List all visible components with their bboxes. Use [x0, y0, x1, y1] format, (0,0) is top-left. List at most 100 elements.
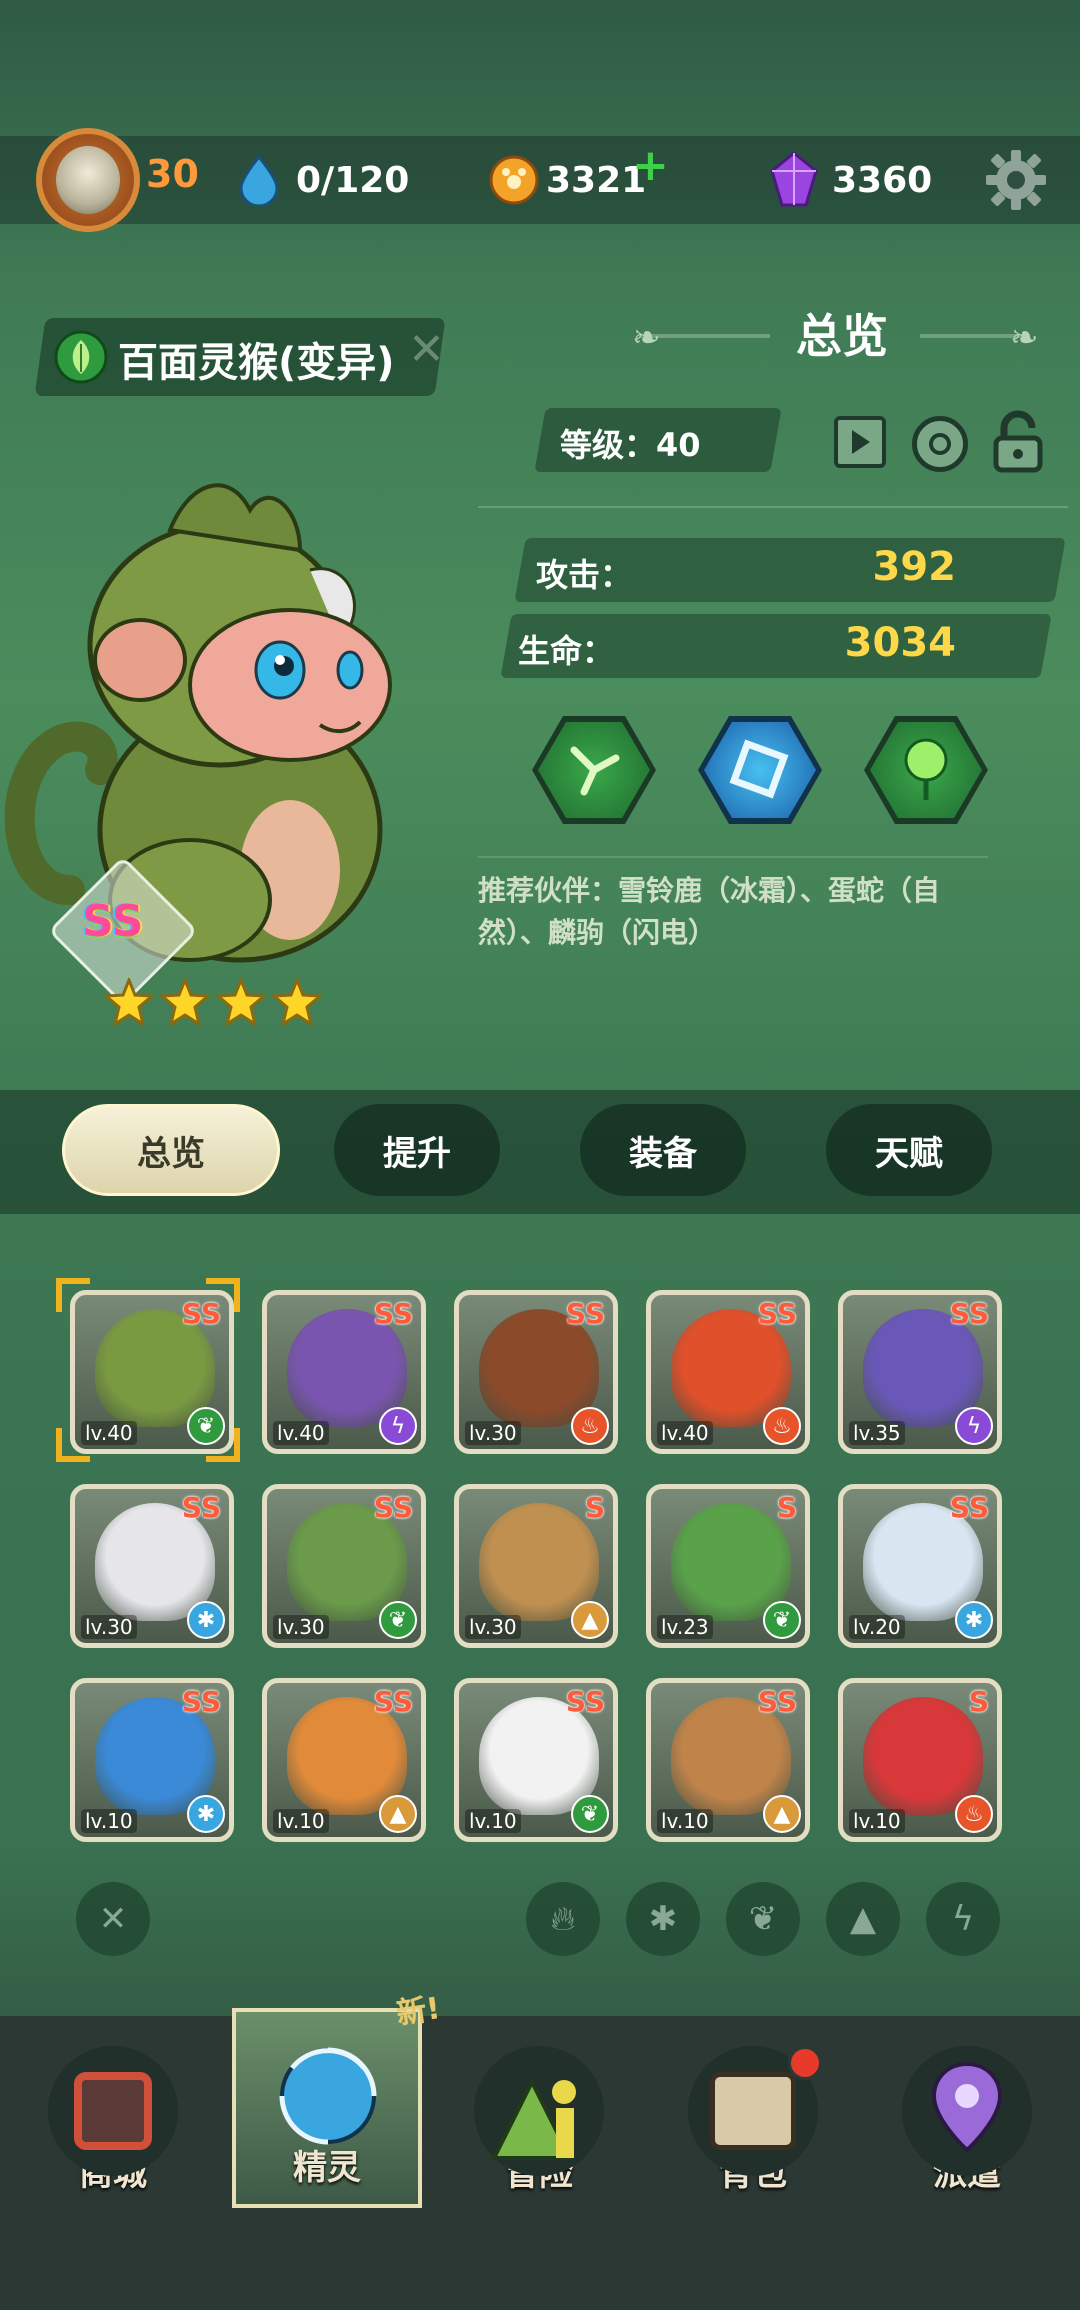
spirit-card[interactable]: SS lv.10 ▲ — [262, 1678, 426, 1842]
skill-1-frame[interactable] — [532, 716, 656, 824]
player-avatar[interactable] — [36, 128, 140, 232]
rank-label: SS — [181, 1685, 221, 1718]
spirit-card[interactable]: SS lv.10 ✱ — [70, 1678, 234, 1842]
player-level: 30 — [146, 152, 199, 196]
nav-shop[interactable]: 商城 — [18, 2046, 208, 2206]
mountain-icon: ▲ — [849, 1899, 877, 1939]
level-label: lv.23 — [657, 1615, 713, 1639]
stamina-display: 0/120 — [236, 136, 409, 224]
rank-label: SS — [565, 1685, 605, 1718]
mountain-icon: ▲ — [379, 1795, 417, 1833]
bolt-icon: ϟ — [951, 1899, 975, 1939]
stamina-value: 0/120 — [296, 159, 410, 201]
spirit-card[interactable]: Slv.10 ♨ — [838, 1678, 1002, 1842]
filter-earth[interactable]: ▲ — [826, 1882, 900, 1956]
rank-label: SS — [949, 1491, 989, 1524]
play-voice-button[interactable] — [834, 416, 886, 468]
notification-dot — [788, 2046, 822, 2080]
lock-open-icon[interactable] — [990, 410, 1046, 474]
nav-dispatch[interactable]: 派遣 — [872, 2046, 1062, 2206]
spirit-card[interactable]: Slv.30 ▲ — [454, 1484, 618, 1648]
level-label: lv.30 — [273, 1615, 329, 1639]
selection-corner — [206, 1428, 240, 1462]
title-ornament-left-icon: ❧ — [632, 318, 661, 358]
snowflake-icon: ✱ — [187, 1601, 225, 1639]
play-icon — [852, 430, 870, 454]
spirit-level: 等级：40 — [560, 426, 701, 464]
tab-equipment[interactable]: 装备 — [580, 1104, 746, 1196]
selection-corner — [206, 1278, 240, 1312]
rank-label: S — [776, 1491, 797, 1524]
gem-icon — [770, 151, 818, 207]
divider — [478, 506, 1068, 508]
shop-icon — [74, 2072, 152, 2150]
level-label: lv.30 — [81, 1615, 137, 1639]
mountain-icon: ▲ — [571, 1601, 609, 1639]
rank-label: SS — [757, 1297, 797, 1330]
level-label: lv.10 — [465, 1809, 521, 1833]
rank-label: SS — [949, 1297, 989, 1330]
spirit-card[interactable]: SS lv.30 ♨ — [454, 1290, 618, 1454]
rank-label: SS — [757, 1685, 797, 1718]
tab-talent[interactable]: 天赋 — [826, 1104, 992, 1196]
spirit-card[interactable]: SS lv.30 ❦ — [262, 1484, 426, 1648]
spirit-card[interactable]: SS lv.40 ♨ — [646, 1290, 810, 1454]
coin-display: 3321 — [488, 136, 646, 224]
clear-filter-button[interactable]: ✕ — [76, 1882, 150, 1956]
spirit-card[interactable]: SS lv.30 ✱ — [70, 1484, 234, 1648]
leaf-icon: ❦ — [571, 1795, 609, 1833]
tab-overview[interactable]: 总览 — [62, 1104, 280, 1196]
spirit-card[interactable]: SS lv.10 ❦ — [454, 1678, 618, 1842]
filter-lightning[interactable]: ϟ — [926, 1882, 1000, 1956]
leaf-icon: ❦ — [763, 1601, 801, 1639]
level-label: lv.10 — [657, 1809, 713, 1833]
filter-nature[interactable]: ❦ — [726, 1882, 800, 1956]
spirit-name: 百面灵猴(变异) — [118, 340, 395, 386]
spirit-portrait — [4, 483, 392, 963]
spirit-card[interactable]: SS lv.40 ϟ — [262, 1290, 426, 1454]
rank-label: SS — [373, 1297, 413, 1330]
fire-icon: 🔥︎ — [550, 1899, 576, 1939]
selection-corner — [56, 1428, 90, 1462]
level-label: lv.35 — [849, 1421, 905, 1445]
close-icon: ✕ — [98, 1899, 128, 1939]
nav-adventure[interactable]: 冒险 — [444, 2046, 634, 2206]
record-button[interactable] — [912, 416, 968, 472]
spirit-card[interactable]: Slv.23 ❦ — [646, 1484, 810, 1648]
backpack-icon — [710, 2072, 796, 2150]
level-label: lv.20 — [849, 1615, 905, 1639]
star-icon — [160, 978, 210, 1026]
spirit-card[interactable]: SS lv.20 ✱ — [838, 1484, 1002, 1648]
rank-label: S — [584, 1491, 605, 1524]
level-label: lv.10 — [273, 1809, 329, 1833]
new-badge: 新! — [394, 1991, 443, 2032]
seed-skill-icon — [904, 738, 948, 800]
filter-ice[interactable]: ✱ — [626, 1882, 700, 1956]
tab-upgrade[interactable]: 提升 — [334, 1104, 500, 1196]
fire-icon: ♨ — [571, 1407, 609, 1445]
gem-display: 3360 — [768, 136, 932, 224]
coin-icon — [489, 155, 539, 205]
add-coins-icon[interactable]: + — [632, 140, 669, 191]
settings-gear-icon[interactable] — [984, 148, 1048, 212]
spirit-card[interactable]: SS lv.35 ϟ — [838, 1290, 1002, 1454]
filter-fire[interactable]: 🔥︎ — [526, 1882, 600, 1956]
star-icon — [216, 978, 266, 1026]
fire-icon: ♨ — [763, 1407, 801, 1445]
skill-3-frame[interactable] — [864, 716, 988, 824]
rank-label: SS — [565, 1297, 605, 1330]
leaf-icon: ❦ — [748, 1899, 778, 1939]
level-label: lv.10 — [849, 1809, 905, 1833]
rank-label: S — [968, 1685, 989, 1718]
nav-backpack[interactable]: 背包 — [658, 2046, 848, 2206]
rank-badge: SS — [82, 896, 144, 947]
title-ornament-right-icon: ❧ — [1010, 318, 1039, 358]
level-label: lv.40 — [657, 1421, 713, 1445]
bolt-icon: ϟ — [379, 1407, 417, 1445]
water-drop-icon — [239, 154, 279, 206]
spirit-card[interactable]: SS lv.10 ▲ — [646, 1678, 810, 1842]
nav-spirits[interactable]: 精灵 — [232, 2030, 422, 2190]
level-label: lv.10 — [81, 1809, 137, 1833]
snowflake-icon: ✱ — [187, 1795, 225, 1833]
skill-2-frame[interactable] — [698, 716, 822, 824]
